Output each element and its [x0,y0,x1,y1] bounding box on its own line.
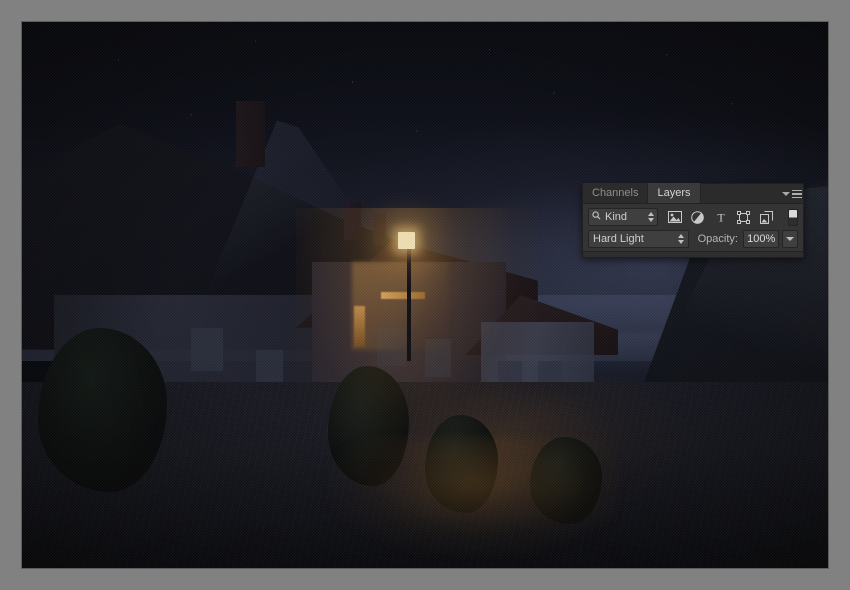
filter-enable-toggle[interactable] [788,208,798,226]
kind-filter-select[interactable]: Kind [588,208,658,226]
type-layer-filter-icon[interactable]: T [713,210,728,225]
opacity-input[interactable]: 100% [742,230,780,248]
panel-menu-triangle-icon [782,192,790,196]
tab-channels[interactable]: Channels [583,183,649,203]
pixel-layer-filter-icon[interactable] [667,210,682,225]
street-lamp-head [397,231,415,250]
kind-filter-label: Kind [605,211,628,223]
tab-layers[interactable]: Layers [648,183,701,203]
chimney-second [344,202,361,241]
image-canvas[interactable] [22,22,828,568]
window-left-2 [191,327,224,372]
layer-type-filters: T [667,208,798,226]
chimney-main [235,101,265,167]
adjustment-layer-filter-icon[interactable] [690,210,705,225]
layer-filter-row: Kind T [583,204,803,226]
panel-menu-lines-icon [792,189,802,199]
blend-mode-select[interactable]: Hard Light [588,230,689,248]
night-street-photo [22,22,828,568]
shape-layer-filter-icon[interactable] [736,210,751,225]
opacity-dropdown-button[interactable] [782,230,798,248]
search-icon [592,211,601,223]
panel-menu-icon[interactable] [782,188,802,200]
chimney-third [373,213,387,246]
opacity-label: Opacity: [697,233,738,245]
stepper-updown-icon[interactable] [648,212,654,222]
chevron-down-icon [786,237,795,241]
blend-opacity-row: Hard Light Opacity: 100% [583,226,803,248]
bush-left [38,327,168,492]
app-root: Channels Layers Kind T Hard Light Opacit… [0,0,850,590]
panel-tab-bar: Channels Layers [583,183,803,204]
lamp-lit-wall [352,262,450,350]
panel-bottom-edge [583,251,803,257]
blend-mode-value: Hard Light [593,233,644,245]
smart-object-filter-icon[interactable] [759,210,774,225]
layers-panel[interactable]: Channels Layers Kind T Hard Light Opacit… [582,183,804,258]
blend-stepper-icon[interactable] [677,234,684,244]
svg-text:T: T [717,211,725,223]
road-light-pool [328,436,619,558]
lamp-lit-windowsill [380,292,425,300]
lamp-lit-doorway [354,305,366,347]
street-lamp-post [407,240,412,361]
